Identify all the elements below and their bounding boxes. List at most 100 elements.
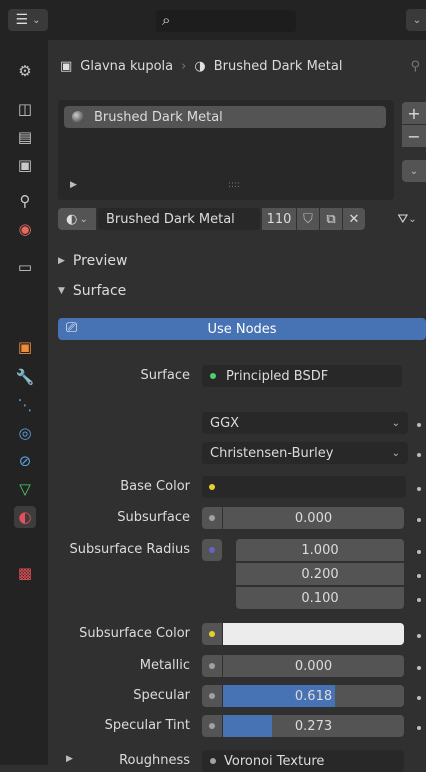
subsurface-color-swatch[interactable] bbox=[223, 623, 404, 645]
expand-list-icon[interactable]: ▶ bbox=[70, 180, 77, 190]
collapse-arrow-icon: ▶ bbox=[58, 256, 65, 266]
breadcrumb-separator-icon: › bbox=[181, 58, 187, 74]
roughness-label: Roughness bbox=[119, 753, 190, 768]
object-icon: ▣ bbox=[60, 58, 73, 74]
material-icon: ◐ bbox=[66, 211, 78, 227]
subsurface-radius-z[interactable]: 0.100 bbox=[236, 587, 404, 609]
value-socket[interactable] bbox=[202, 507, 222, 529]
modifier-wrench-icon[interactable]: 🔧 bbox=[14, 366, 36, 388]
output-tab-icon[interactable]: ▤ bbox=[14, 126, 36, 148]
subsurface-method-value: Christensen-Burley bbox=[210, 445, 334, 461]
subsurface-color-label: Subsurface Color bbox=[79, 626, 190, 641]
surface-panel-header[interactable]: ▼ Surface bbox=[58, 280, 426, 302]
keyframe-dot-icon[interactable] bbox=[417, 518, 421, 522]
keyframe-dot-icon[interactable] bbox=[417, 487, 421, 491]
chevron-down-icon: ⌄ bbox=[391, 447, 400, 459]
close-icon: ✕ bbox=[348, 211, 360, 227]
surface-label: Surface bbox=[140, 368, 190, 383]
specular-slider[interactable]: 0.618 bbox=[223, 685, 404, 707]
render-tab-icon[interactable]: ◫ bbox=[14, 98, 36, 120]
value-socket-icon bbox=[209, 693, 215, 699]
preview-panel-header[interactable]: ▶ Preview bbox=[58, 250, 426, 272]
roughness-value: Voronoi Texture bbox=[224, 753, 325, 769]
keyframe-dot-icon[interactable] bbox=[417, 423, 421, 427]
keyframe-dot-icon[interactable] bbox=[417, 453, 421, 457]
tool-tab-icon[interactable]: ⚙ bbox=[14, 60, 36, 82]
material-tab-icon[interactable]: ◐ bbox=[14, 506, 36, 528]
keyframe-dot-icon[interactable] bbox=[417, 726, 421, 730]
editor-type-button[interactable]: ☰ ⌄ bbox=[8, 9, 48, 31]
resize-grip-icon[interactable]: :::: bbox=[228, 180, 240, 190]
subsurface-radius-x[interactable]: 1.000 bbox=[236, 539, 404, 561]
subsurface-method-dropdown[interactable]: Christensen-Burley ⌄ bbox=[202, 442, 408, 464]
keyframe-dot-icon[interactable] bbox=[417, 666, 421, 670]
shield-icon: ⛉ bbox=[303, 211, 313, 227]
particles-tab-icon[interactable]: ⋱ bbox=[14, 394, 36, 416]
physics-tab-icon[interactable]: ◎ bbox=[14, 422, 36, 444]
value-socket[interactable] bbox=[202, 685, 222, 707]
keyframe-dot-icon[interactable] bbox=[417, 598, 421, 602]
roughness-texture-field[interactable]: Voronoi Texture bbox=[202, 750, 404, 772]
specular-tint-slider-fill bbox=[223, 715, 273, 737]
metallic-label: Metallic bbox=[139, 658, 190, 673]
specular-value: 0.618 bbox=[294, 688, 333, 704]
keyframe-dot-icon[interactable] bbox=[417, 574, 421, 578]
metallic-slider[interactable]: 0.000 bbox=[223, 655, 404, 677]
surface-shader-field[interactable]: Principled BSDF bbox=[202, 365, 402, 387]
user-count: 110 bbox=[266, 211, 292, 227]
duplicate-material-button[interactable]: ⧉ bbox=[320, 208, 342, 230]
user-count-button[interactable]: 110 bbox=[262, 208, 296, 230]
value-socket[interactable] bbox=[202, 715, 222, 737]
object-tab-icon[interactable]: ▣ bbox=[14, 336, 36, 358]
material-name-field[interactable]: Brushed Dark Metal bbox=[98, 208, 260, 230]
roughness-row[interactable]: ▶ Roughness Voronoi Texture bbox=[58, 750, 418, 772]
use-nodes-label: Use Nodes bbox=[207, 321, 277, 337]
world-tab-icon[interactable]: ◉ bbox=[14, 218, 36, 240]
keyframe-dot-icon[interactable] bbox=[417, 634, 421, 638]
chevron-down-icon: ⌄ bbox=[412, 14, 422, 26]
unlink-material-button[interactable]: ✕ bbox=[343, 208, 365, 230]
chevron-down-icon: ⌄ bbox=[79, 213, 88, 225]
subsurface-value: 0.000 bbox=[294, 510, 333, 526]
subsurface-radius-label: Subsurface Radius bbox=[69, 542, 190, 557]
subsurface-slider[interactable]: 0.000 bbox=[223, 507, 404, 529]
keyframe-dot-icon[interactable] bbox=[417, 550, 421, 554]
radius-x-value: 1.000 bbox=[301, 542, 339, 558]
specular-tint-value: 0.273 bbox=[294, 718, 333, 734]
search-input[interactable]: ⌕ bbox=[156, 10, 296, 32]
value-socket[interactable] bbox=[202, 655, 222, 677]
link-type-button[interactable]: ⛛ ⌄ bbox=[388, 208, 426, 230]
color-socket[interactable] bbox=[202, 623, 222, 645]
vector-socket[interactable] bbox=[202, 539, 222, 561]
pin-icon[interactable]: ⚲ bbox=[410, 59, 420, 74]
chevron-down-icon: ⌄ bbox=[32, 14, 41, 26]
value-socket-icon bbox=[209, 663, 215, 669]
color-socket-icon bbox=[209, 484, 215, 490]
subsurface-radius-y[interactable]: 0.200 bbox=[236, 563, 404, 585]
distribution-dropdown[interactable]: GGX ⌄ bbox=[202, 412, 408, 434]
material-sphere-icon bbox=[72, 111, 84, 123]
add-slot-button[interactable]: + bbox=[402, 102, 426, 124]
options-dropdown-button[interactable]: ⌄ bbox=[406, 9, 426, 31]
keyframe-dot-icon[interactable] bbox=[417, 696, 421, 700]
texture-tab-icon[interactable]: ▩ bbox=[14, 562, 36, 584]
constraints-tab-icon[interactable]: ⊘ bbox=[14, 450, 36, 472]
node-tree-icon: ⎚ bbox=[66, 320, 78, 336]
view-layer-tab-icon[interactable]: ▣ bbox=[14, 154, 36, 176]
base-color-field[interactable] bbox=[202, 476, 406, 498]
panel-title: Preview bbox=[72, 253, 128, 269]
browse-material-button[interactable]: ◐ ⌄ bbox=[58, 208, 96, 230]
scene-tab-icon[interactable]: ⚲ bbox=[14, 190, 36, 212]
panel-title: Surface bbox=[72, 283, 127, 299]
use-nodes-button[interactable]: ⎚ Use Nodes bbox=[58, 318, 426, 340]
fake-user-button[interactable]: ⛉ bbox=[297, 208, 319, 230]
remove-slot-button[interactable]: − bbox=[402, 125, 426, 147]
specular-tint-slider[interactable]: 0.273 bbox=[223, 715, 404, 737]
mesh-data-icon: ⛛ bbox=[397, 211, 409, 227]
slot-specials-button[interactable]: ⌄ bbox=[402, 160, 426, 182]
data-tab-icon[interactable]: ▽ bbox=[14, 478, 36, 500]
properties-editor-icon: ☰ bbox=[15, 12, 29, 28]
list-item[interactable]: Brushed Dark Metal bbox=[64, 106, 386, 128]
value-socket-icon bbox=[209, 515, 215, 521]
collection-tab-icon[interactable]: ▭ bbox=[14, 256, 36, 278]
